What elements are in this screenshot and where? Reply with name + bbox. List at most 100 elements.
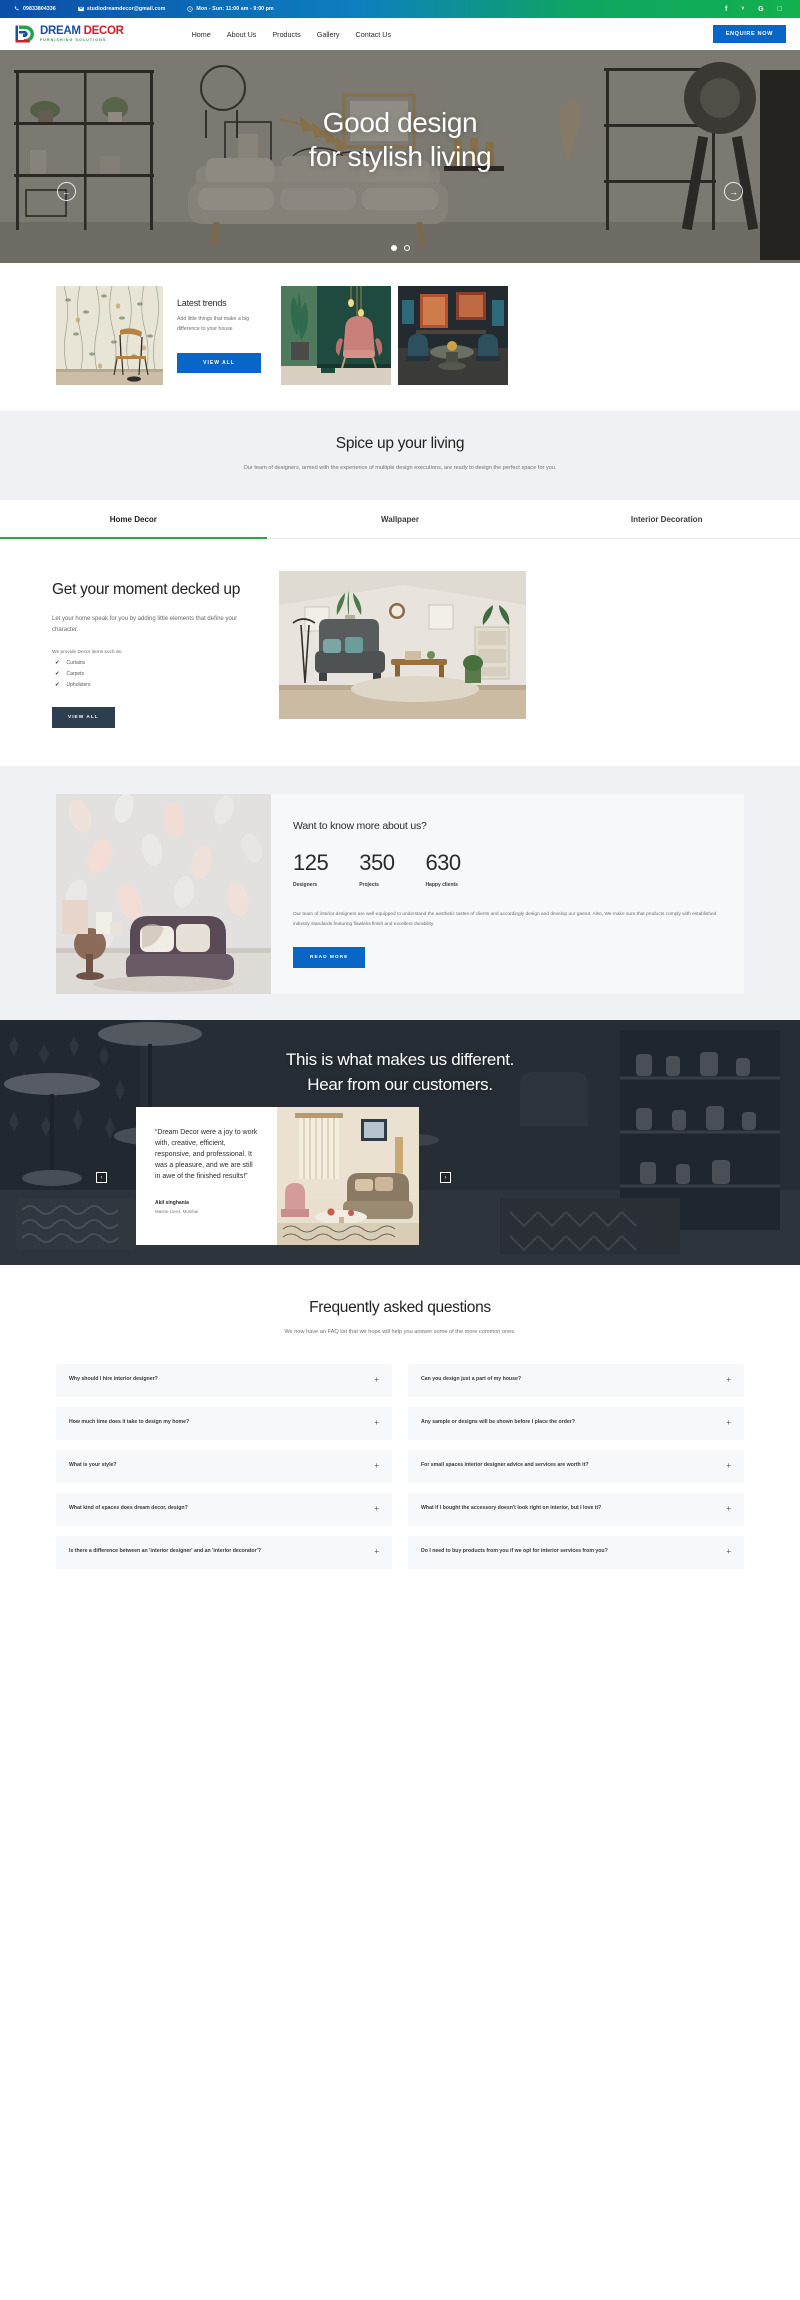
- plus-icon[interactable]: +: [726, 1548, 731, 1556]
- tab-interior-decoration[interactable]: Interior Decoration: [533, 500, 800, 539]
- plus-icon[interactable]: +: [726, 1376, 731, 1384]
- email-contact[interactable]: studiodreamdecor@gmail.com: [77, 6, 166, 12]
- faq-item[interactable]: Do I need to buy products from you if we…: [408, 1535, 744, 1569]
- faq-question: Can you design just a part of my house?: [421, 1376, 522, 1383]
- read-more-button[interactable]: READ MORE: [293, 946, 366, 968]
- faq-item[interactable]: What if I bought the accessory doesn't l…: [408, 1492, 744, 1526]
- decked-up-provide-label: We provide Decor items such as:: [52, 650, 123, 656]
- faq-subtitle: We now have an FAQ list that we hope wil…: [284, 1329, 516, 1336]
- logo-word-decor: DECOR: [83, 24, 124, 37]
- top-contact-bar: 09833804336 studiodreamdecor@gmail.com M…: [0, 0, 800, 18]
- envelope-icon: [77, 6, 84, 12]
- testimonial-next-button[interactable]: ›: [440, 1172, 451, 1184]
- lounge-image: [398, 286, 508, 385]
- plus-icon[interactable]: +: [726, 1419, 731, 1427]
- decked-item-carpets: ✔ Carpets: [52, 671, 257, 677]
- logo-tagline: FURNISHING SOLUTIONS: [40, 37, 107, 42]
- faq-item[interactable]: What kind of spaces does dream decor, de…: [56, 1492, 392, 1526]
- faq-question: Is there a difference between an 'interi…: [69, 1548, 262, 1555]
- plus-icon[interactable]: +: [374, 1376, 379, 1384]
- stat-number: 350: [359, 850, 395, 876]
- faq-question: For small spaces interior designer advic…: [421, 1462, 589, 1469]
- clock-icon: [187, 6, 194, 12]
- faq-question: What is your style?: [69, 1462, 117, 1469]
- decked-up-title: Get your moment decked up: [52, 581, 241, 599]
- about-title: Want to know more about us?: [293, 820, 427, 833]
- site-logo[interactable]: DREAM DECOR FURNISHING SOLUTIONS: [14, 24, 124, 44]
- hours-text: Mon - Sun: 11:00 am - 9:00 pm: [196, 6, 274, 12]
- faq-item[interactable]: Is there a difference between an 'interi…: [56, 1535, 392, 1569]
- about-info-box: Want to know more about us? 125 Designer…: [271, 794, 744, 995]
- plus-icon[interactable]: +: [726, 1505, 731, 1513]
- testimonial-prev-button[interactable]: ‹: [96, 1172, 107, 1184]
- tab-wallpaper[interactable]: Wallpaper: [267, 500, 534, 539]
- decked-up-body: Let your home speak for you by adding li…: [52, 616, 238, 634]
- spice-section: Spice up your living Our team of designe…: [0, 411, 800, 501]
- trend-image-wallpaper-chair: [56, 286, 163, 385]
- hero-prev-arrow[interactable]: ←: [57, 182, 76, 201]
- faq-question: Any sample or designs will be shown befo…: [421, 1419, 575, 1426]
- nav-item-products[interactable]: Products: [272, 30, 300, 39]
- tab-home-decor[interactable]: Home Decor: [0, 500, 267, 540]
- trend-title: Latest trends: [177, 298, 227, 308]
- decked-item-label: Carpets: [66, 671, 85, 678]
- section-divider-strip: [0, 766, 800, 781]
- phone-contact[interactable]: 09833804336: [14, 6, 56, 12]
- nav-item-contact-us[interactable]: Contact Us: [356, 30, 392, 39]
- testimonial-section: This is what makes us different. Hear fr…: [0, 1020, 800, 1266]
- faq-question: What if I bought the accessory doesn't l…: [421, 1505, 602, 1512]
- leaf-wallpaper-room-image: [56, 794, 271, 995]
- instagram-icon[interactable]: □: [778, 6, 782, 13]
- google-icon[interactable]: G: [758, 6, 764, 13]
- decked-up-image: [279, 571, 526, 720]
- about-body: Our team of interior designers are well-…: [293, 912, 717, 928]
- faq-item[interactable]: What is your style? +: [56, 1449, 392, 1483]
- faq-item[interactable]: How much time does it take to design my …: [56, 1406, 392, 1440]
- spice-body: Our team of designers, armed with the ex…: [243, 465, 557, 471]
- page-root: 09833804336 studiodreamdecor@gmail.com M…: [0, 0, 800, 1613]
- faq-item[interactable]: Why should I hire interior designer? +: [56, 1363, 392, 1397]
- trend-view-all-button[interactable]: VIEW ALL: [177, 353, 261, 373]
- faq-question: Why should I hire interior designer?: [69, 1376, 158, 1383]
- about-image: [56, 794, 271, 995]
- faq-question: How much time does it take to design my …: [69, 1419, 190, 1426]
- faq-title: Frequently asked questions: [309, 1299, 491, 1317]
- hero-dot-2[interactable]: [403, 245, 410, 251]
- twitter-icon[interactable]: ᵛ: [741, 6, 744, 13]
- testimonial-photo: [277, 1107, 419, 1246]
- hero-next-arrow[interactable]: →: [724, 182, 743, 201]
- plus-icon[interactable]: +: [374, 1462, 379, 1470]
- decked-view-all-button[interactable]: VIEW ALL: [52, 707, 115, 729]
- plus-icon[interactable]: +: [374, 1419, 379, 1427]
- nav-item-gallery[interactable]: Gallery: [317, 30, 340, 39]
- faq-grid: Why should I hire interior designer? + C…: [56, 1363, 744, 1569]
- styled-living-room-image: [277, 1107, 419, 1246]
- plus-icon[interactable]: +: [374, 1505, 379, 1513]
- faq-question: Do I need to buy products from you if we…: [421, 1548, 608, 1555]
- decked-item-label: Upholsters: [66, 682, 91, 689]
- dream-decor-logo-icon: [14, 24, 36, 44]
- testimonial-card-row: “Dream Decor were a joy to work with, cr…: [136, 1107, 419, 1246]
- email-text: studiodreamdecor@gmail.com: [86, 6, 166, 12]
- decked-up-section: Get your moment decked up Let your home …: [0, 539, 800, 767]
- wallpaper-chair-image: [56, 286, 163, 385]
- hero-dot-1[interactable]: [390, 245, 397, 251]
- hours-info: Mon - Sun: 11:00 am - 9:00 pm: [187, 6, 274, 12]
- testimonial-heading-line1: This is what makes us different.: [285, 1050, 515, 1070]
- faq-item[interactable]: Any sample or designs will be shown befo…: [408, 1406, 744, 1440]
- testimonial-quote: “Dream Decor were a joy to work with, cr…: [155, 1129, 258, 1180]
- facebook-icon[interactable]: f: [725, 6, 727, 13]
- faq-item[interactable]: Can you design just a part of my house? …: [408, 1363, 744, 1397]
- spice-title: Spice up your living: [335, 435, 465, 452]
- faq-item[interactable]: For small spaces interior designer advic…: [408, 1449, 744, 1483]
- enquire-now-button[interactable]: ENQUIRE NOW: [712, 25, 786, 43]
- plus-icon[interactable]: +: [726, 1462, 731, 1470]
- logo-word-dream: DREAM: [40, 24, 81, 37]
- plus-icon[interactable]: +: [374, 1548, 379, 1556]
- trend-image-green-room: [281, 286, 391, 385]
- main-navigation: DREAM DECOR FURNISHING SOLUTIONS Home Ab…: [0, 18, 800, 50]
- nav-item-about-us[interactable]: About Us: [227, 30, 257, 39]
- decked-up-item-list: ✔ Curtains ✔ Carpets ✔ Upholsters: [52, 660, 257, 688]
- nav-item-home[interactable]: Home: [192, 30, 211, 39]
- living-room-image: [279, 571, 526, 720]
